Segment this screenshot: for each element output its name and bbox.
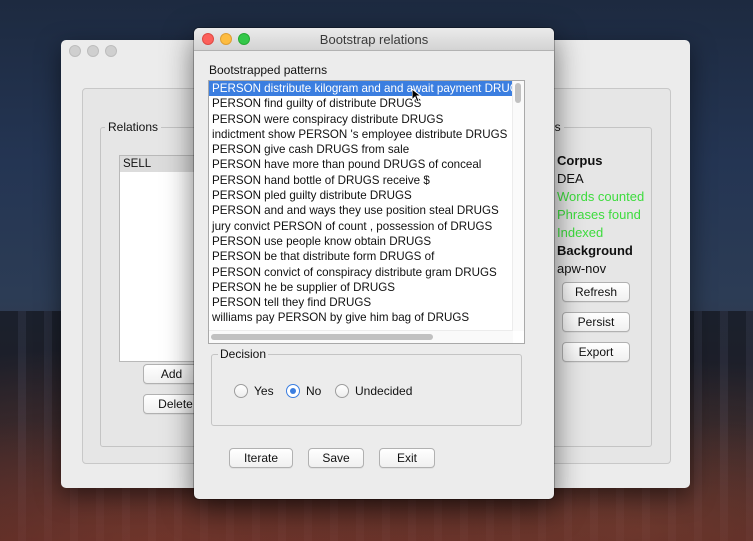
patterns-list[interactable]: PERSON distribute kilogram and and await… (208, 80, 525, 344)
minimize-icon[interactable] (87, 45, 99, 57)
pattern-list-item[interactable]: jury convict PERSON of count , possessio… (209, 219, 524, 234)
save-button[interactable]: Save (308, 448, 364, 468)
vertical-scrollbar[interactable] (512, 81, 524, 331)
pattern-list-item[interactable]: PERSON and and ways they use position st… (209, 203, 524, 218)
persist-button[interactable]: Persist (562, 312, 630, 332)
pattern-list-item[interactable]: PERSON he be supplier of DRUGS (209, 280, 524, 295)
phrases-found-status: Phrases found (557, 207, 641, 222)
exit-button[interactable]: Exit (379, 448, 435, 468)
no-radio-button[interactable] (286, 384, 300, 398)
decision-title: Decision (218, 347, 269, 361)
yes-radio[interactable]: Yes (234, 384, 274, 398)
pattern-list-item[interactable]: PERSON use people know obtain DRUGS (209, 234, 524, 249)
pattern-list-item[interactable]: PERSON were conspiracy distribute DRUGS (209, 112, 524, 127)
pattern-list-item[interactable]: PERSON give cash DRUGS from sale (209, 142, 524, 157)
pattern-list-item[interactable]: PERSON convict of conspiracy distribute … (209, 265, 524, 280)
background-label: Background (557, 243, 633, 258)
undecided-radio-label: Undecided (355, 384, 413, 398)
close-icon[interactable] (69, 45, 81, 57)
pattern-list-item[interactable]: PERSON pled guilty distribute DRUGS (209, 188, 524, 203)
mouse-pointer-icon (412, 89, 422, 103)
pattern-list-item[interactable]: PERSON hand bottle of DRUGS receive $ (209, 173, 524, 188)
horizontal-scrollbar[interactable] (209, 330, 513, 343)
iterate-button[interactable]: Iterate (229, 448, 293, 468)
refresh-button[interactable]: Refresh (562, 282, 630, 302)
pattern-list-item[interactable]: williams pay PERSON by give him bag of D… (209, 310, 524, 325)
relations-title: Relations (105, 120, 162, 134)
words-counted-status: Words counted (557, 189, 645, 204)
dialog-title: Bootstrap relations (319, 32, 429, 47)
no-radio-label: No (306, 384, 322, 398)
bootstrap-dialog: Bootstrap relations Bootstrapped pattern… (194, 28, 554, 499)
dialog-titlebar[interactable]: Bootstrap relations (194, 28, 554, 51)
undecided-radio-button[interactable] (335, 384, 349, 398)
vertical-scroll-thumb[interactable] (515, 83, 521, 103)
patterns-label: Bootstrapped patterns (209, 63, 328, 77)
pattern-list-item[interactable]: indictment show PERSON 's employee distr… (209, 127, 524, 142)
pattern-list-item[interactable]: PERSON distribute kilogram and and await… (209, 81, 524, 97)
zoom-icon[interactable] (105, 45, 117, 57)
horizontal-scroll-thumb[interactable] (211, 334, 433, 340)
no-radio[interactable]: No (286, 384, 321, 398)
add-button[interactable]: Add (143, 364, 200, 384)
pattern-list-item[interactable]: PERSON have more than pound DRUGS of con… (209, 157, 524, 172)
corpus-label: Corpus (557, 153, 603, 168)
pattern-list-item[interactable]: PERSON tell they find DRUGS (209, 295, 524, 310)
patterns-rows: PERSON distribute kilogram and and await… (209, 81, 524, 326)
undecided-radio[interactable]: Undecided (335, 384, 412, 398)
background-value: apw-nov (557, 261, 607, 276)
decision-group: Decision Yes No Undecided (211, 347, 522, 426)
export-button[interactable]: Export (562, 342, 630, 362)
indexed-status: Indexed (557, 225, 604, 240)
pattern-list-item[interactable]: PERSON find guilty of distribute DRUGS (209, 96, 524, 111)
yes-radio-button[interactable] (234, 384, 248, 398)
corpus-value: DEA (557, 171, 584, 186)
pattern-list-item[interactable]: PERSON be that distribute form DRUGS of (209, 249, 524, 264)
yes-radio-label: Yes (254, 384, 274, 398)
